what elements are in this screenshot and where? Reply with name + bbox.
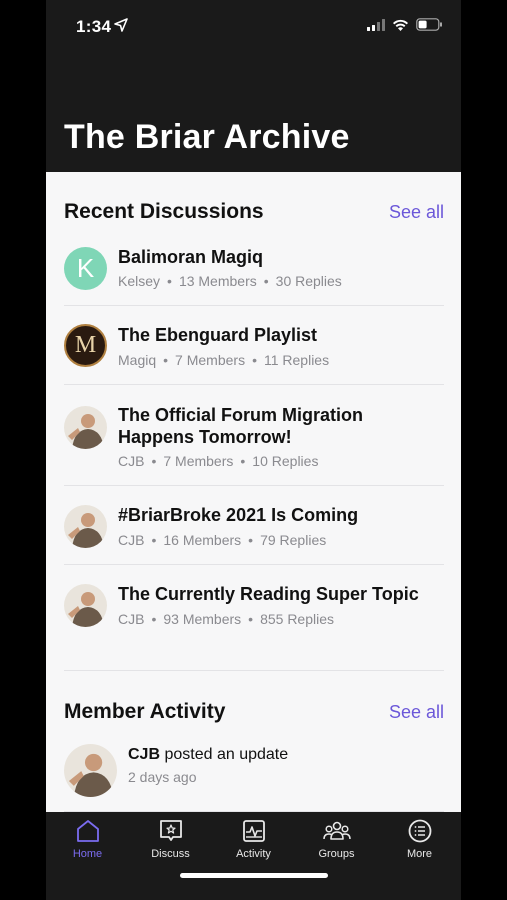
tab-label: Discuss <box>151 848 190 860</box>
see-all-activity-link[interactable]: See all <box>389 702 444 723</box>
discussion-row[interactable]: The Official Forum Migration Happens Tom… <box>64 385 444 486</box>
discussion-title: The Ebenguard Playlist <box>118 325 318 345</box>
discussion-author: Magiq <box>118 352 157 368</box>
avatar: M <box>64 324 107 367</box>
discussion-replies: 11 Replies <box>263 352 330 368</box>
groups-icon <box>322 821 351 840</box>
discussion-members: 7 Members <box>175 352 246 368</box>
status-icons <box>367 18 443 31</box>
left-letterbox <box>0 0 46 900</box>
section-title-member-activity: Member Activity <box>64 700 226 723</box>
tab-groups[interactable]: Groups <box>295 818 378 868</box>
discussion-row[interactable]: The Currently Reading Super Topic CJB • 93… <box>64 565 444 644</box>
discussion-title: #BriarBroke 2021 Is Coming <box>118 505 359 525</box>
tab-home[interactable]: Home <box>46 818 129 868</box>
tab-discuss[interactable]: Discuss <box>129 818 212 868</box>
activity-user[interactable]: CJB <box>128 746 160 763</box>
wifi-icon <box>393 19 408 31</box>
member-activity-header: Member Activity See all <box>64 700 444 730</box>
discussion-replies: 855 Replies <box>260 611 335 627</box>
tab-bar: Home Discuss Activity Groups More <box>46 812 461 900</box>
discussion-members: 13 Members <box>178 273 257 289</box>
discussion-row[interactable]: K Balimoran Magiq Kelsey • 13 Members • 30 R… <box>64 234 444 306</box>
avatar <box>64 584 107 627</box>
activity-action: posted an update <box>160 746 289 763</box>
user-photo-icon <box>64 406 107 449</box>
discussion-author: CJB <box>118 611 145 627</box>
discussion-row[interactable]: #BriarBroke 2021 Is Coming CJB • 16 Member… <box>64 486 444 565</box>
user-photo-icon <box>64 744 117 797</box>
home-icon <box>76 820 99 842</box>
discussion-author: Kelsey <box>118 273 161 289</box>
status-bar: 1:34 <box>46 0 461 52</box>
discussion-replies: 10 Replies <box>252 453 319 469</box>
discussion-meta: CJB • 7 Members • 10 Replies <box>118 453 319 469</box>
discussion-members: 7 Members <box>163 453 234 469</box>
activity-item[interactable]: CJB posted an update 2 days ago <box>64 744 444 812</box>
avatar-letter: K <box>76 253 95 283</box>
activity-icon <box>242 820 265 842</box>
discussion-members: 93 Members <box>163 611 242 627</box>
user-photo-icon <box>64 505 107 548</box>
page-title: The Briar Archive <box>64 118 350 156</box>
avatar <box>64 505 107 548</box>
tab-label: Activity <box>236 848 271 860</box>
discussion-meta: Magiq • 7 Members • 11 Replies <box>118 352 330 368</box>
section-title-recent-discussions: Recent Discussions <box>64 200 264 223</box>
home-indicator[interactable] <box>180 873 328 878</box>
activity-time: 2 days ago <box>128 769 197 785</box>
location-arrow-icon <box>114 18 128 32</box>
recent-discussions-header: Recent Discussions See all <box>64 200 444 230</box>
discussion-meta: Kelsey • 13 Members • 30 Replies <box>118 273 342 289</box>
discussion-row[interactable]: M The Ebenguard Playlist Magiq • 7 Members… <box>64 306 444 385</box>
status-time: 1:34 <box>76 17 112 36</box>
battery-icon <box>416 18 442 31</box>
app-screen: 1:34 The Briar Archive Recent Discussion… <box>46 0 461 900</box>
tab-more[interactable]: More <box>378 818 461 868</box>
tab-label: Home <box>72 848 103 860</box>
discussion-meta: CJB • 93 Members • 855 Replies <box>118 611 335 627</box>
discussion-author: CJB <box>118 453 145 469</box>
discussion-replies: 79 Replies <box>260 532 327 548</box>
section-divider <box>64 670 444 671</box>
signal-icon <box>367 18 385 31</box>
avatar: K <box>64 247 107 290</box>
activity-text: CJB posted an update <box>128 746 288 764</box>
phone-frame: 1:34 The Briar Archive Recent Discussion… <box>0 0 507 900</box>
discussion-title: The Currently Reading Super Topic <box>118 584 419 604</box>
user-photo-icon <box>64 584 107 627</box>
discussion-meta: CJB • 16 Members • 79 Replies <box>118 532 327 548</box>
more-icon <box>408 819 431 843</box>
tab-label: Groups <box>318 848 355 860</box>
discussion-title: Balimoran Magiq <box>118 247 264 267</box>
discussion-members: 16 Members <box>163 532 242 548</box>
avatar-monogram: M <box>74 332 97 358</box>
content-area: Recent Discussions See all K Balimoran M… <box>46 172 461 812</box>
tab-activity[interactable]: Activity <box>212 818 295 868</box>
discussion-title: The Official Forum Migration Happens Tom… <box>118 405 364 447</box>
discussion-author: CJB <box>118 532 145 548</box>
avatar <box>64 744 117 797</box>
avatar <box>64 406 107 449</box>
discuss-icon <box>159 820 182 841</box>
see-all-discussions-link[interactable]: See all <box>389 202 444 223</box>
app-header: The Briar Archive <box>46 52 461 172</box>
tab-label: More <box>406 848 433 860</box>
discussion-replies: 30 Replies <box>275 273 342 289</box>
right-letterbox <box>461 0 507 900</box>
